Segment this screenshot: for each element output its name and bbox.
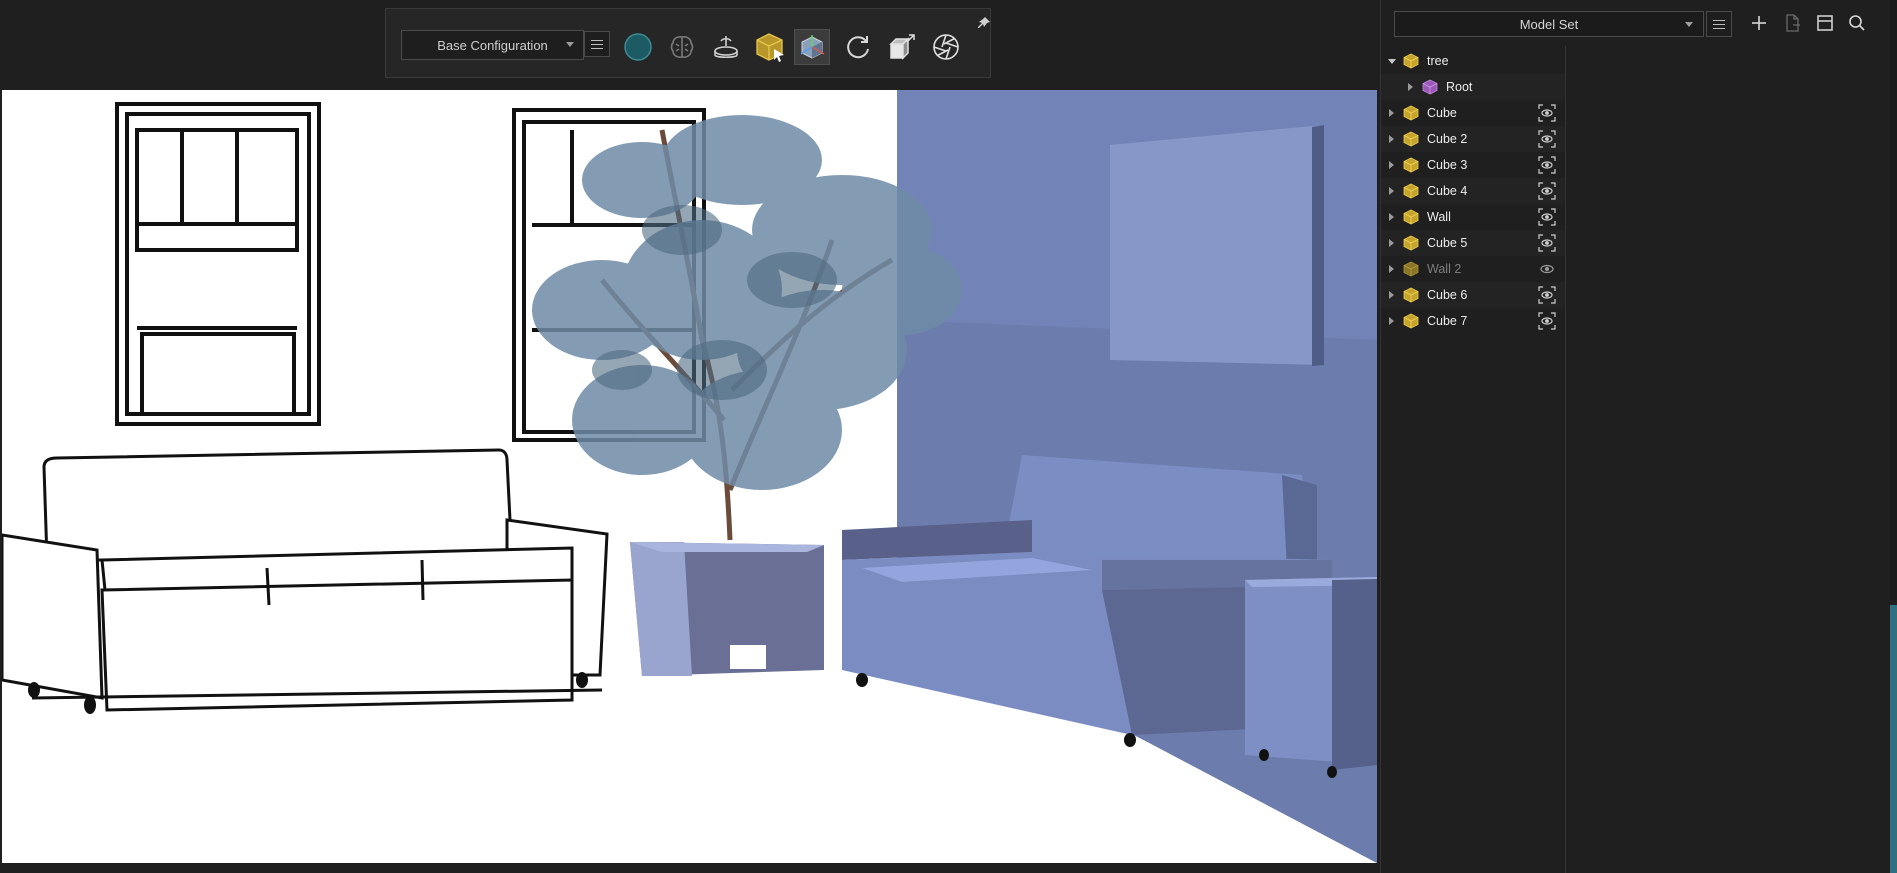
chevron-right-icon[interactable]: [1389, 187, 1394, 195]
cube-icon: [1403, 235, 1419, 251]
viewport[interactable]: Base Configuration: [0, 0, 1380, 873]
refresh-icon[interactable]: [840, 29, 876, 65]
tree-item-label: Wall 2: [1427, 262, 1462, 276]
cube-icon: [1403, 287, 1419, 303]
cube-icon: [1422, 79, 1438, 95]
viewport-toolbar: Base Configuration: [385, 8, 991, 78]
viewport-bottom-strip: [0, 863, 1380, 873]
tree-item-label: Cube 3: [1427, 158, 1468, 172]
tree-item-label: Cube 4: [1427, 184, 1468, 198]
3d-scene-render[interactable]: [2, 90, 1377, 863]
chevron-right-icon[interactable]: [1389, 109, 1394, 117]
add-icon[interactable]: [1749, 13, 1769, 33]
scene-tree: tree Root Cube Cube 2 Cube 3 Cube 4 Wall…: [1381, 46, 1566, 873]
panel-header: Model Set: [1381, 0, 1897, 44]
model-set-select-value: Model Set: [1519, 16, 1579, 32]
tree-item-wall[interactable]: Wall: [1381, 204, 1565, 230]
chevron-right-icon[interactable]: [1389, 213, 1394, 221]
chevron-down-icon[interactable]: [1388, 59, 1396, 64]
chevron-down-icon: [566, 42, 574, 47]
tree-item-tree[interactable]: tree: [1381, 48, 1565, 74]
chevron-right-icon[interactable]: [1389, 161, 1394, 169]
visibility-focus-icon[interactable]: [1538, 130, 1556, 148]
configuration-select[interactable]: Base Configuration: [401, 30, 584, 60]
tree-item-label: Cube 5: [1427, 236, 1468, 250]
cube-icon: [1403, 131, 1419, 147]
visibility-focus-icon[interactable]: [1538, 312, 1556, 330]
model-set-select[interactable]: Model Set: [1394, 11, 1704, 37]
right-panel: Model Set tree Root Cube Cube 2 Cube 3 C…: [1380, 0, 1897, 873]
tree-item-label: Root: [1446, 80, 1473, 94]
cube-resize-icon[interactable]: [884, 29, 920, 65]
tree-item-root[interactable]: Root: [1381, 74, 1565, 100]
tree-item-cube-4[interactable]: Cube 4: [1381, 178, 1565, 204]
side-panel-edge: [1890, 605, 1897, 873]
tree-item-cube[interactable]: Cube: [1381, 100, 1565, 126]
select-cube-icon[interactable]: [752, 29, 788, 65]
sphere-icon[interactable]: [620, 29, 656, 65]
tree-item-label: Cube: [1427, 106, 1457, 120]
model-set-list-button[interactable]: [1706, 11, 1732, 37]
tree-item-label: Cube 2: [1427, 132, 1468, 146]
visibility-focus-icon[interactable]: [1538, 234, 1556, 252]
visibility-focus-icon[interactable]: [1538, 286, 1556, 304]
turntable-icon[interactable]: [708, 29, 744, 65]
tree-item-wall-2[interactable]: Wall 2: [1381, 256, 1565, 282]
tree-item-cube-3[interactable]: Cube 3: [1381, 152, 1565, 178]
configuration-list-button[interactable]: [584, 31, 610, 57]
cube-icon: [1403, 209, 1419, 225]
visibility-focus-icon[interactable]: [1538, 208, 1556, 226]
tree-item-label: Cube 7: [1427, 314, 1468, 328]
camera-aperture-icon[interactable]: [928, 29, 964, 65]
visibility-focus-icon[interactable]: [1538, 182, 1556, 200]
cube-icon: [1403, 105, 1419, 121]
tree-item-cube-2[interactable]: Cube 2: [1381, 126, 1565, 152]
cube-icon: [1403, 157, 1419, 173]
chevron-right-icon[interactable]: [1389, 239, 1394, 247]
search-icon[interactable]: [1847, 13, 1867, 33]
tree-item-cube-6[interactable]: Cube 6: [1381, 282, 1565, 308]
chevron-down-icon: [1685, 22, 1693, 27]
cube-icon: [1403, 183, 1419, 199]
layout-window-icon[interactable]: [1815, 13, 1835, 33]
tree-item-cube-5[interactable]: Cube 5: [1381, 230, 1565, 256]
chevron-right-icon[interactable]: [1389, 291, 1394, 299]
tree-item-label: Wall: [1427, 210, 1451, 224]
chevron-right-icon[interactable]: [1389, 135, 1394, 143]
export-document-icon[interactable]: [1782, 13, 1802, 33]
tree-item-cube-7[interactable]: Cube 7: [1381, 308, 1565, 334]
brain-icon[interactable]: [664, 29, 700, 65]
chevron-right-icon[interactable]: [1408, 83, 1413, 91]
tree-item-label: Cube 6: [1427, 288, 1468, 302]
cube-icon: [1403, 261, 1419, 277]
scrollbar-track[interactable]: [1890, 0, 1897, 600]
chevron-right-icon[interactable]: [1389, 265, 1394, 273]
tree-item-label: tree: [1427, 54, 1449, 68]
visibility-focus-icon[interactable]: [1538, 104, 1556, 122]
configuration-select-value: Base Configuration: [437, 37, 548, 53]
cube-icon: [1403, 313, 1419, 329]
eye-icon[interactable]: [1538, 260, 1556, 278]
visibility-focus-icon[interactable]: [1538, 156, 1556, 174]
ar-cube-icon[interactable]: [794, 29, 830, 65]
pin-icon[interactable]: [977, 15, 991, 29]
cube-icon: [1403, 53, 1419, 69]
chevron-right-icon[interactable]: [1389, 317, 1394, 325]
